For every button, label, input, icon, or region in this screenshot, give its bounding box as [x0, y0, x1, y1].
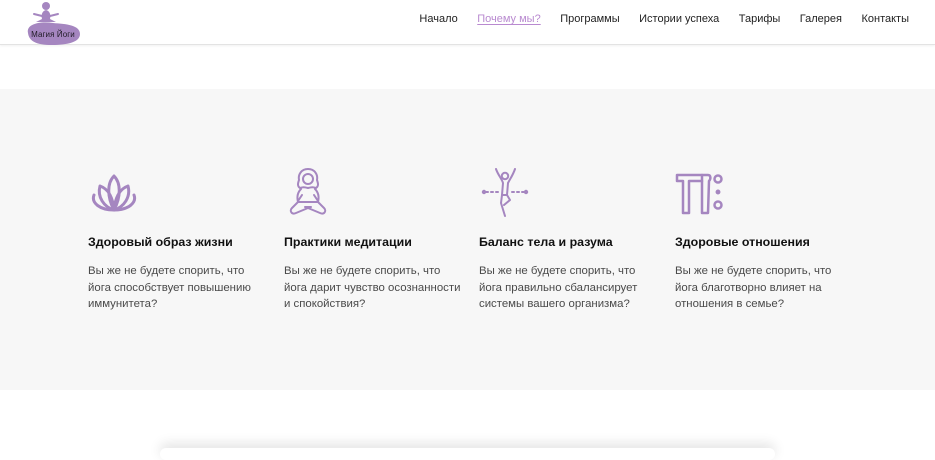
- nav-link-programs[interactable]: Программы: [560, 13, 619, 25]
- next-section-card: [160, 448, 775, 460]
- feature-text: Вы же не будете спорить, что йога благот…: [675, 265, 832, 310]
- nav-link-gallery[interactable]: Галерея: [800, 13, 842, 25]
- lotus-icon: [88, 167, 140, 219]
- logo[interactable]: Магия Йоги: [22, 0, 84, 46]
- feature-text: Вы же не будете спорить, что йога способ…: [88, 265, 251, 310]
- feature-title: Практики медитации: [284, 235, 412, 249]
- meditation-icon: [284, 167, 336, 219]
- logo-yoga-icon: [27, 2, 80, 45]
- nav-link-why-us[interactable]: Почему мы?: [477, 13, 540, 25]
- partner-yoga-icon: [675, 167, 727, 219]
- features-section: Здоровый образ жизни Вы же не будете спо…: [0, 89, 935, 390]
- feature-text: Вы же не будете спорить, что йога дарит …: [284, 265, 461, 310]
- nav-link-success-stories[interactable]: Истории успеха: [639, 13, 719, 25]
- feature-title: Здоровые отношения: [675, 235, 810, 249]
- yoga-pose-icon: [479, 167, 531, 219]
- feature-title: Здоровый образ жизни: [88, 235, 233, 249]
- nav-link-pricing[interactable]: Тарифы: [739, 13, 781, 25]
- feature-title: Баланс тела и разума: [479, 235, 613, 249]
- main-nav: Начало Почему мы? Программы Истории успе…: [400, 0, 909, 38]
- nav-link-home[interactable]: Начало: [419, 13, 457, 25]
- feature-text: Вы же не будете спорить, что йога правил…: [479, 265, 638, 310]
- logo-text: Магия Йоги: [31, 30, 75, 39]
- nav-link-contacts[interactable]: Контакты: [861, 13, 909, 25]
- site-header: Магия Йоги Начало Почему мы? Программы И…: [0, 0, 935, 45]
